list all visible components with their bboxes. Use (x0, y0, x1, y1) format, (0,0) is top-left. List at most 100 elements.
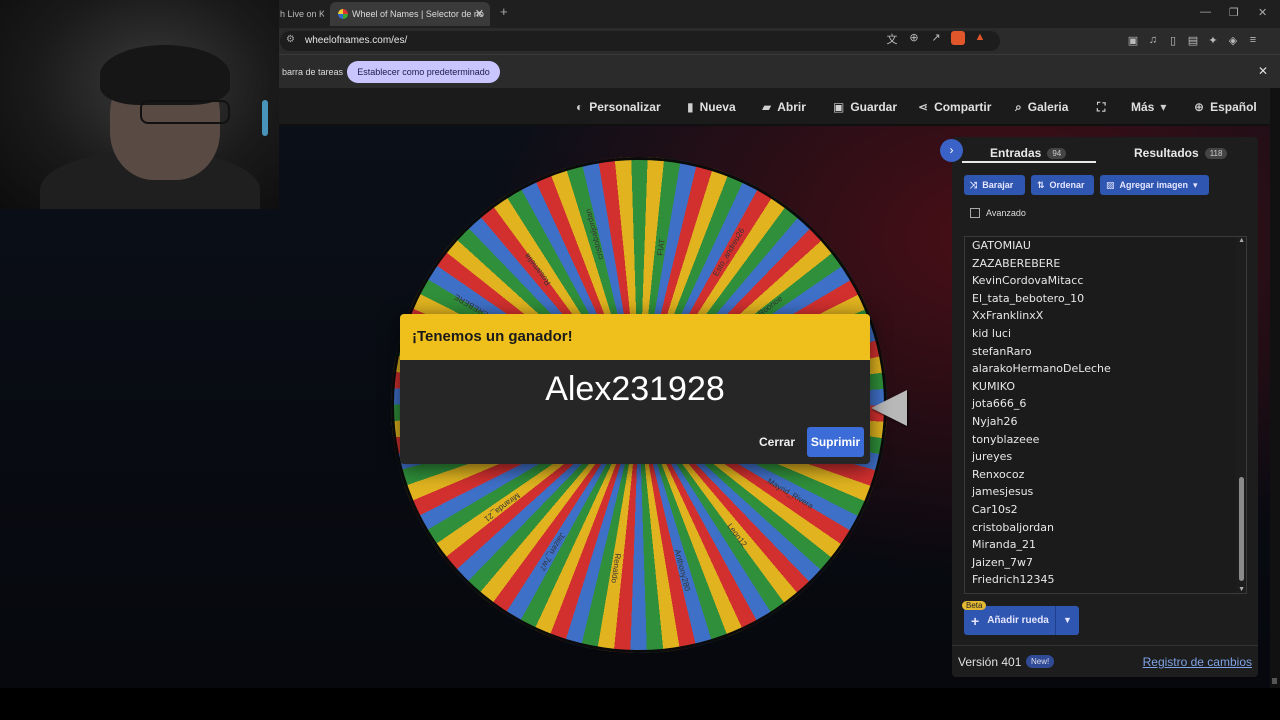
nav-personalizar[interactable]: ◐ Personalizar (576, 88, 661, 126)
list-item: GATOMIAU (972, 239, 1031, 252)
music-icon[interactable]: ♫ (1146, 34, 1160, 47)
list-item: El_tata_bebotero_10 (972, 291, 1085, 305)
fullscreen-icon: ⛶ (1097, 99, 1106, 114)
shuffle-button[interactable]: ⤨ Barajar (964, 175, 1025, 195)
save-icon: ▣ (833, 100, 845, 114)
scroll-thumb[interactable] (1239, 477, 1244, 581)
minimize-icon[interactable]: — (1200, 6, 1211, 18)
chevron-down-icon: ▾ (1160, 100, 1167, 114)
list-item: ZAZABEREBERE (972, 256, 1061, 270)
list-item: Friedrich12345 (972, 573, 1055, 587)
rewards-icon[interactable]: ▲ (973, 31, 987, 47)
changelog-link[interactable]: Registro de cambios (1143, 655, 1252, 669)
entries-scrollbar[interactable]: ▲ ▼ (1236, 237, 1246, 593)
beta-badge: Beta (962, 601, 987, 610)
list-item: alarakoHermanoDeLeche (972, 362, 1111, 376)
close-button[interactable]: Cerrar (752, 427, 802, 457)
brave-shield-icon[interactable] (951, 31, 965, 45)
advanced-checkbox[interactable] (970, 208, 980, 218)
nav-nueva[interactable]: ▮ Nueva (687, 88, 736, 126)
nav-language[interactable]: ⊕ Español (1194, 88, 1257, 126)
add-wheel-main[interactable]: + Añadir rueda (964, 613, 1055, 629)
plus-icon: + (971, 612, 980, 629)
share-icon[interactable]: ↗ (929, 31, 943, 47)
collapse-panel-button[interactable]: › (940, 139, 963, 162)
page-scroll-thumb[interactable] (1272, 678, 1277, 684)
vpn-icon[interactable]: ◈ (1226, 34, 1240, 47)
wheel-favicon-icon (338, 9, 348, 19)
version-text: Versión 401 (958, 655, 1022, 669)
close-window-icon[interactable]: ✕ (1258, 6, 1267, 19)
list-item: Miranda_21 (972, 538, 1037, 552)
chevron-down-icon: ▾ (1193, 179, 1198, 190)
page-scrollbar[interactable] (1270, 88, 1280, 688)
sidebar-icon[interactable]: ▣ (1126, 34, 1140, 47)
close-icon[interactable]: ✕ (475, 2, 484, 26)
sort-button[interactable]: ⇅ Ordenar (1031, 175, 1094, 195)
add-wheel-button[interactable]: + Añadir rueda ▼ (964, 606, 1079, 635)
nav-compartir[interactable]: ⋖ Compartir (918, 88, 991, 126)
set-default-button[interactable]: Establecer como predeterminado (347, 61, 500, 83)
divider (952, 645, 1258, 646)
tab-results[interactable]: Resultados 118 (1134, 141, 1228, 165)
list-item: Renxocoz (972, 467, 1025, 481)
fullscreen-button[interactable]: ⛶ (1097, 88, 1105, 126)
list-item: jureyes (972, 450, 1013, 464)
entries-list: GATOMIAU ZAZABEREBERE KevinCordovaMitacc El… (965, 237, 1246, 589)
entries-panel: Entradas 94 Resultados 118 ⤨ Barajar ⇅ Ord… (952, 137, 1258, 677)
entries-count-badge: 94 (1047, 147, 1067, 159)
nav-mas[interactable]: Más ▾ (1131, 88, 1166, 126)
address-actions: 文 ⊕ ↗ ▲ (885, 31, 987, 47)
tab-title: h Live on K (280, 9, 324, 19)
add-image-button[interactable]: ▨ Agregar imagen ▾ (1100, 175, 1209, 195)
active-tab-indicator (962, 161, 1096, 163)
list-item: Nyjah26 (972, 414, 1018, 428)
zoom-icon[interactable]: ⊕ (907, 31, 921, 47)
site-info-icon[interactable]: ⚙ (286, 34, 295, 45)
list-item: jamesjesus (972, 485, 1034, 499)
shuffle-icon: ⤨ (970, 179, 978, 190)
entries-textarea[interactable]: GATOMIAU ZAZABEREBERE KevinCordovaMitacc El… (964, 236, 1247, 594)
webcam-light (262, 100, 268, 136)
list-item: Car10s2 (972, 502, 1018, 516)
infobar-text: barra de tareas (282, 67, 344, 77)
nav-galeria[interactable]: ⌕ Galeria (1015, 88, 1068, 126)
nav-abrir[interactable]: ▰ Abrir (762, 88, 806, 126)
tab-active[interactable]: Wheel of Names | Selector de no ✕ (330, 2, 490, 26)
list-item: KUMIKO (972, 379, 1015, 393)
webcam-person-hair (100, 45, 230, 105)
add-wheel-dropdown[interactable]: ▼ (1055, 606, 1079, 635)
restore-icon[interactable]: ❐ (1229, 6, 1239, 19)
wheel-pointer-icon (871, 390, 907, 426)
winner-name: Alex231928 (545, 370, 725, 408)
globe-icon: ⊕ (1194, 100, 1205, 114)
scroll-up-icon[interactable]: ▲ (1238, 237, 1245, 244)
url-text: wheelofnames.com/es/ (305, 35, 408, 46)
wallet-icon[interactable]: ▤ (1186, 34, 1200, 47)
chevron-down-icon: ▼ (1063, 615, 1072, 625)
list-item: stefanRaro (972, 344, 1032, 358)
ai-icon[interactable]: ✦ (1206, 34, 1220, 47)
winner-dialog: ¡Tenemos un ganador! Alex231928 Cerrar S… (400, 314, 870, 464)
list-item: kid luci (972, 326, 1012, 340)
close-icon[interactable]: ✕ (1258, 64, 1268, 78)
share-icon: ⋖ (918, 100, 929, 114)
reader-icon[interactable]: ▯ (1166, 34, 1180, 47)
taskbar-strip (0, 688, 1280, 720)
tab-title: Wheel of Names | Selector de no (352, 9, 484, 19)
scroll-down-icon[interactable]: ▼ (1238, 586, 1245, 593)
translate-icon[interactable]: 文 (885, 31, 899, 47)
webcam-glasses (140, 100, 230, 124)
nav-guardar[interactable]: ▣ Guardar (833, 88, 897, 126)
remove-button[interactable]: Suprimir (807, 427, 864, 457)
list-item: cristobaljordan (972, 520, 1054, 534)
menu-icon[interactable]: ≡ (1246, 34, 1260, 47)
sort-icon: ⇅ (1037, 179, 1045, 190)
new-tab-button[interactable]: + (500, 4, 508, 19)
list-item: tonyblazeee (972, 432, 1040, 446)
new-badge: New! (1026, 655, 1055, 668)
results-count-badge: 118 (1204, 147, 1228, 159)
list-item: XxFranklinxX (972, 309, 1044, 323)
list-item: jota666_6 (972, 397, 1027, 411)
tab-inactive[interactable]: h Live on K (280, 2, 324, 26)
